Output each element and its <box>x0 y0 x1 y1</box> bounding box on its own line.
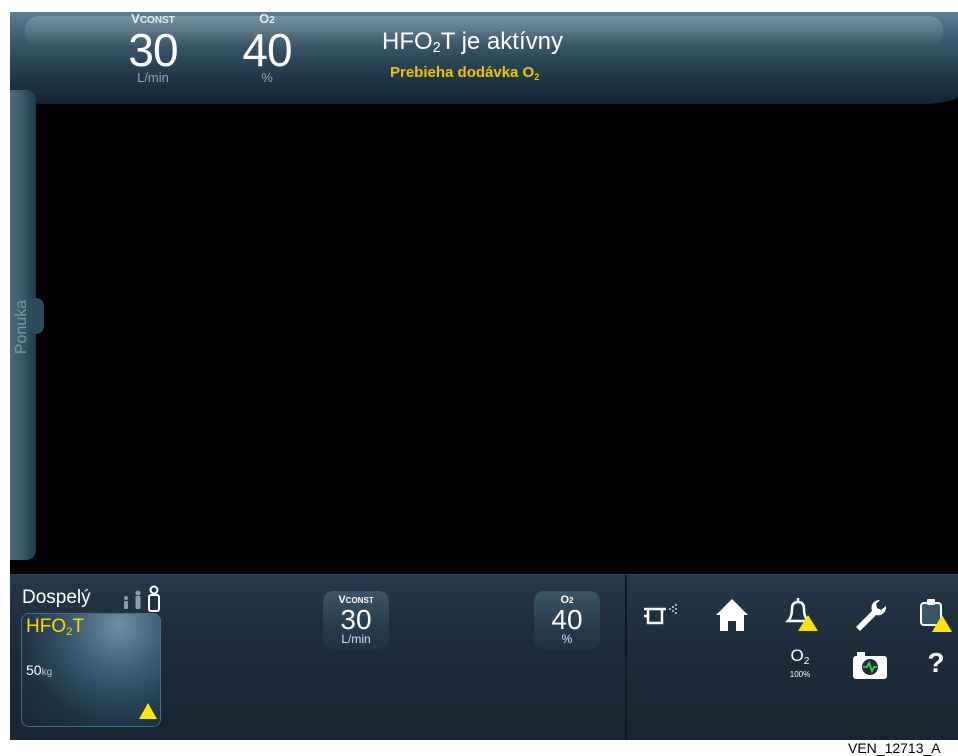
home-button[interactable] <box>710 595 754 635</box>
top-status-bar: VCONST 30 L/min O2 40 % HFO2T je aktívny… <box>10 12 958 104</box>
panel-divider <box>625 575 627 740</box>
o2-boost-button[interactable]: O2 100% <box>778 643 822 683</box>
event-log-icon <box>920 599 952 632</box>
mode-name: HFO2T <box>26 616 85 638</box>
figure-code: VEN_12713_A <box>848 740 941 756</box>
help-icon: ? <box>927 647 945 678</box>
o2-boost-label: O2 <box>790 645 810 667</box>
o2-value: 40 <box>242 24 292 76</box>
screenshot-button[interactable] <box>848 645 892 685</box>
mode-active-message: HFO2T je aktívny <box>382 28 563 56</box>
menu-label: Ponuka <box>13 299 30 355</box>
nebulizer-icon <box>644 604 677 625</box>
camera-icon <box>853 652 887 679</box>
ventilation-mode-card[interactable]: HFO2T 50kg <box>21 613 161 727</box>
o2-boost-percent: 100% <box>789 669 811 679</box>
wrench-icon <box>856 599 887 631</box>
nebulizer-button[interactable] <box>638 597 682 637</box>
flow-control-tile[interactable]: VCONST 30 L/min <box>323 591 389 649</box>
warning-triangle-icon <box>139 703 157 719</box>
flow-control-value: 30 <box>340 604 372 635</box>
o2-control-value: 40 <box>551 604 583 635</box>
top-flow-parameter: VCONST 30 L/min <box>118 12 188 84</box>
home-icon <box>716 599 748 631</box>
system-button[interactable] <box>848 595 892 635</box>
help-button[interactable]: ? <box>914 643 958 683</box>
event-log-button[interactable] <box>912 595 956 635</box>
flow-control-unit: L/min <box>341 632 371 646</box>
alarms-button[interactable] <box>778 595 822 635</box>
ventilator-screen: VCONST 30 L/min O2 40 % HFO2T je aktívny… <box>10 12 958 740</box>
alarm-bell-icon <box>784 598 818 631</box>
o2-control-unit: % <box>561 632 573 646</box>
menu-drawer-tab[interactable]: Ponuka <box>10 90 44 560</box>
bottom-control-panel: Dospelý HFO2T 50kg VCONST 30 L/min O2 40 <box>10 574 958 740</box>
o2-control-tile[interactable]: O2 40 % <box>534 591 600 649</box>
flow-value: 30 <box>128 24 178 76</box>
patient-group-label: Dospelý <box>22 587 91 608</box>
patient-group-icon[interactable] <box>118 585 166 613</box>
o2-delivery-message: Prebieha dodávka O2 <box>390 64 540 82</box>
patient-weight: 50kg <box>26 662 53 678</box>
top-o2-parameter: O2 40 % <box>232 12 302 84</box>
